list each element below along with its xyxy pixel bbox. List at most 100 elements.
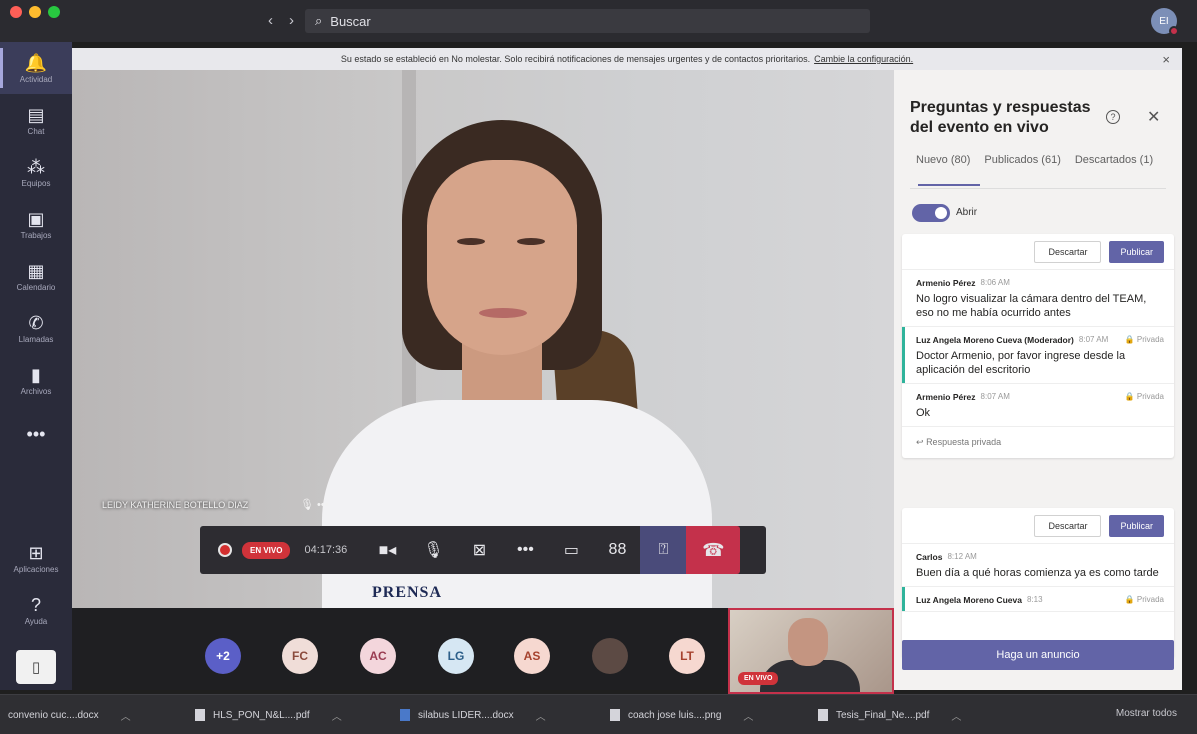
qna-message: Carlos 8:12 AM Buen día a qué horas comien…: [902, 544, 1174, 587]
rail-item-label: Trabajos: [20, 230, 52, 240]
download-item[interactable]: Tesis_Final_Ne....pdf ︿: [818, 705, 961, 725]
more-actions-button[interactable]: •••: [502, 526, 548, 574]
participant-avatar[interactable]: +2: [205, 638, 241, 674]
share-screen-icon: ⊠: [472, 542, 487, 559]
participants-button[interactable]: 88: [594, 526, 640, 574]
make-announcement-button[interactable]: Haga un anuncio: [902, 640, 1174, 670]
rail-item-label: Chat: [27, 126, 45, 136]
chevron-up-icon[interactable]: ︿: [121, 708, 131, 723]
open-toggle[interactable]: [912, 204, 950, 222]
chat-button[interactable]: ▭: [548, 526, 594, 574]
share-screen-button[interactable]: ⊠: [456, 526, 502, 574]
rail-item-4[interactable]: ▦ Calendario: [0, 250, 72, 302]
camera-button[interactable]: ■◂: [364, 526, 410, 574]
rail-item-5[interactable]: ✆ Llamadas: [0, 302, 72, 354]
message-time: 8:06 AM: [980, 278, 1010, 287]
self-video-preview[interactable]: EN VIVO: [728, 608, 894, 694]
message-time: 8:07 AM: [980, 392, 1010, 401]
help-icon[interactable]: ?: [1106, 110, 1120, 124]
tab-descartados[interactable]: Descartados (1): [1075, 154, 1153, 166]
word-file-icon: [400, 709, 410, 721]
private-reply-button[interactable]: ↩ Respuesta privada: [902, 427, 1174, 458]
hang-up-button[interactable]: ☎: [686, 526, 741, 574]
rail-item-1[interactable]: ▤ Chat: [0, 94, 72, 146]
chevron-up-icon[interactable]: ︿: [332, 708, 342, 723]
private-indicator: 🔒 Privada: [1125, 335, 1164, 344]
rail-item-0[interactable]: 🔔 Actividad: [0, 42, 72, 94]
participant-avatar[interactable]: LT: [669, 638, 705, 674]
participant-avatar[interactable]: [592, 638, 628, 674]
rail-item-2[interactable]: ⁂ Equipos: [0, 146, 72, 198]
toggle-label: Abrir: [956, 207, 978, 218]
back-arrow-icon[interactable]: ‹: [268, 12, 273, 29]
message-header: Armenio Pérez 8:06 AM: [916, 278, 1164, 288]
download-item[interactable]: silabus LIDER....docx ︿: [400, 705, 546, 725]
tab-nuevo[interactable]: Nuevo (80): [916, 154, 970, 166]
rail-item-6[interactable]: ▮ Archivos: [0, 354, 72, 406]
app-rail: 🔔 Actividad ▤ Chat ⁂ Equipos ▣ Trabajos ▦ Calenda…: [0, 42, 72, 690]
profile-avatar[interactable]: EI: [1151, 8, 1179, 36]
download-filename: convenio cuc....docx: [8, 709, 99, 721]
help-icon: ?: [30, 594, 41, 615]
qna-message: Luz Angela Moreno Cueva (Moderador) 8:07 …: [902, 327, 1174, 384]
tabs-divider: [910, 188, 1166, 189]
message-text: No logro visualizar la cámara dentro del…: [916, 293, 1147, 319]
microphone-button[interactable]: 🎙: [410, 526, 456, 574]
publish-button[interactable]: Publicar: [1109, 514, 1164, 537]
discard-button[interactable]: Descartar: [1034, 240, 1102, 263]
qna-message: Luz Angela Moreno Cueva 8:13 🔒 Privada: [902, 587, 1174, 612]
participant-avatar[interactable]: FC: [282, 638, 318, 674]
window-controls: [10, 6, 60, 18]
download-item[interactable]: HLS_PON_N&L....pdf ︿: [195, 705, 342, 725]
do-not-disturb-status-icon: [1169, 26, 1179, 36]
private-reply-label: Respuesta privada: [926, 437, 1002, 447]
chevron-up-icon[interactable]: ︿: [536, 708, 546, 723]
minimize-window-button[interactable]: [29, 6, 41, 18]
message-text: Doctor Armenio, por favor ingrese desde …: [916, 350, 1126, 376]
download-filename: silabus LIDER....docx: [418, 709, 514, 721]
rail-item-9[interactable]: ? Ayuda: [0, 584, 72, 636]
device-settings-icon[interactable]: ▯: [16, 650, 56, 684]
right-eye: [517, 238, 545, 245]
active-tab-indicator: [918, 184, 980, 186]
rail-item-label: Actividad: [19, 74, 53, 84]
participant-avatar[interactable]: AC: [360, 638, 396, 674]
change-settings-link[interactable]: Cambie la configuración.: [814, 54, 913, 64]
chevron-up-icon[interactable]: ︿: [951, 708, 961, 723]
maximize-window-button[interactable]: [48, 6, 60, 18]
publish-button[interactable]: Publicar: [1109, 240, 1164, 263]
card1-messages: Armenio Pérez 8:06 AM No logro visualizar …: [902, 270, 1174, 427]
search-input[interactable]: ⌕ Buscar: [305, 9, 870, 33]
speaker-name-label: LEIDY KATHERINE BOTELLO DIAZ: [102, 500, 249, 510]
discard-button[interactable]: Descartar: [1034, 514, 1102, 537]
close-window-button[interactable]: [10, 6, 22, 18]
rail-item-label: Llamadas: [18, 334, 54, 344]
left-eye: [457, 238, 485, 245]
qna-button[interactable]: ⍰: [640, 526, 687, 574]
card-actions: Descartar Publicar: [902, 508, 1174, 544]
presenter-face: [427, 160, 577, 355]
forward-arrow-icon[interactable]: ›: [289, 12, 294, 29]
message-author: Armenio Pérez: [916, 278, 976, 288]
qna-tabs: Nuevo (80) Publicados (61) Descartados (…: [916, 154, 1153, 166]
camera-icon: ■◂: [378, 542, 397, 559]
rail-item-8[interactable]: ⊞ Aplicaciones: [0, 532, 72, 584]
participants-strip: +2 FC AC LG AS LT: [72, 608, 728, 690]
download-item[interactable]: coach jose luis....png ︿: [610, 705, 753, 725]
participant-avatar[interactable]: LG: [438, 638, 474, 674]
show-all-button[interactable]: Mostrar todos: [1116, 708, 1177, 719]
chevron-up-icon[interactable]: ︿: [743, 708, 753, 723]
qna-icon: ⍰: [658, 541, 669, 558]
close-icon[interactable]: ×: [1162, 52, 1170, 67]
download-item[interactable]: convenio cuc....docx ︿: [8, 705, 131, 725]
participants-icon: 88: [608, 541, 627, 558]
rail-item-7[interactable]: •••: [0, 408, 72, 460]
message-header: Luz Angela Moreno Cueva (Moderador) 8:07 …: [916, 335, 1164, 345]
more-icon: •••: [26, 424, 46, 444]
rail-item-3[interactable]: ▣ Trabajos: [0, 198, 72, 250]
participant-avatar[interactable]: AS: [514, 638, 550, 674]
tab-publicados[interactable]: Publicados (61): [984, 154, 1060, 166]
close-icon[interactable]: ✕: [1147, 107, 1160, 127]
message-text: Buen día a qué horas comienza ya es como…: [916, 567, 1159, 579]
speaker-more-icon[interactable]: 🎙 •••: [300, 498, 329, 511]
